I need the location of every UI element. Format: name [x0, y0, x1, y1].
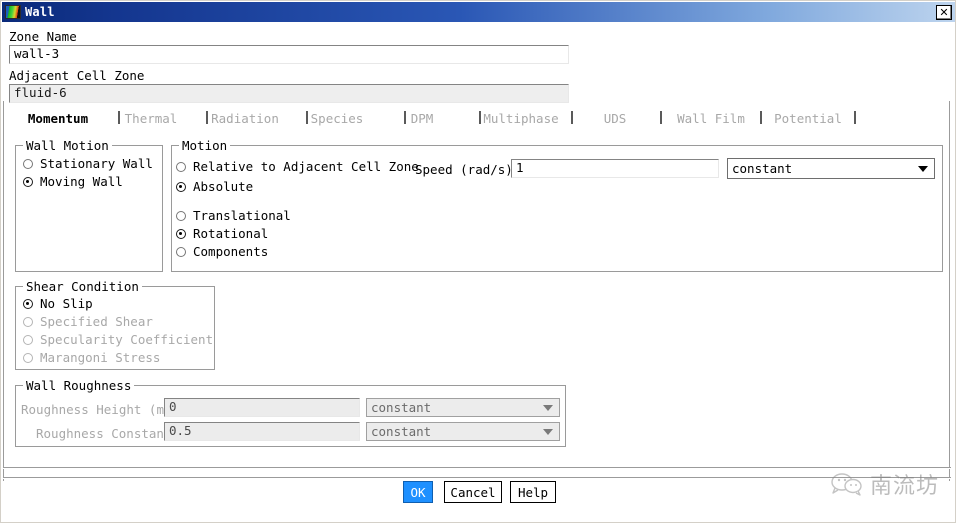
help-button[interactable]: Help [510, 481, 556, 503]
radio-label: Rotational [193, 226, 269, 241]
roughness-height-input[interactable]: 0 [164, 398, 360, 417]
tab-momentum[interactable]: Momentum [18, 109, 98, 128]
roughness-height-profile-value: constant [371, 400, 432, 415]
tab-separator [660, 111, 662, 124]
radio-label: Translational [193, 208, 291, 223]
window-title: Wall [25, 5, 55, 19]
radio-label: Moving Wall [40, 174, 123, 189]
wall-roughness-title: Wall Roughness [23, 378, 135, 393]
tab-thermal[interactable]: Thermal [116, 109, 186, 128]
roughness-constant-input[interactable]: 0.5 [164, 422, 360, 441]
adjacent-cell-zone-value: fluid-6 [9, 84, 569, 103]
adjacent-cell-zone-label: Adjacent Cell Zone [9, 68, 145, 83]
radio-no-slip[interactable]: No Slip [23, 296, 93, 311]
wechat-chat-bubbles-icon [830, 471, 864, 497]
cancel-button[interactable]: Cancel [444, 481, 502, 503]
tab-species[interactable]: Species [304, 109, 370, 128]
radio-indicator [176, 211, 186, 222]
radio-indicator [176, 162, 186, 173]
watermark: 南流坊 [830, 468, 939, 500]
motion-title: Motion [179, 138, 231, 153]
radio-components[interactable]: Components [176, 244, 269, 259]
tab-separator [854, 111, 856, 124]
radio-label: Relative to Adjacent Cell Zone [193, 159, 419, 174]
radio-moving-wall[interactable]: Moving Wall [23, 174, 123, 189]
chevron-down-icon [915, 166, 931, 172]
radio-indicator [23, 317, 33, 328]
radio-label: Specified Shear [40, 314, 153, 329]
radio-indicator [176, 182, 186, 193]
tab-separator [760, 111, 762, 124]
radio-marangoni-stress: Marangoni Stress [23, 350, 161, 365]
tab-strip: Momentum Thermal Radiation Species DPM M… [9, 106, 949, 130]
wall-dialog-window: Wall ✕ Zone Name wall-3 Adjacent Cell Zo… [0, 0, 956, 523]
tab-separator [571, 111, 573, 124]
wall-motion-title: Wall Motion [23, 138, 112, 153]
title-bar: Wall ✕ [2, 2, 955, 22]
ok-button[interactable]: OK [403, 481, 433, 503]
radio-label: Absolute [193, 179, 254, 194]
radio-indicator [23, 299, 33, 310]
tab-potential[interactable]: Potential [770, 109, 846, 128]
roughness-constant-profile-value: constant [371, 424, 432, 439]
panel-left-edge [3, 101, 5, 481]
footer-divider [3, 467, 951, 469]
radio-indicator [176, 247, 186, 258]
zone-name-label: Zone Name [9, 29, 77, 44]
radio-label: Specularity Coefficient [40, 332, 214, 347]
radio-specularity-coefficient: Specularity Coefficient [23, 332, 214, 347]
tab-radiation[interactable]: Radiation [204, 109, 286, 128]
speed-profile-dropdown[interactable]: constant [727, 158, 935, 179]
radio-rotational[interactable]: Rotational [176, 226, 269, 241]
tab-wall-film[interactable]: Wall Film [672, 109, 750, 128]
tab-uds[interactable]: UDS [595, 109, 635, 128]
panel-right-edge [949, 101, 951, 481]
radio-indicator [23, 353, 33, 364]
radio-indicator [23, 335, 33, 346]
radio-label: No Slip [40, 296, 93, 311]
speed-profile-value: constant [732, 161, 793, 176]
close-icon[interactable]: ✕ [936, 4, 952, 20]
radio-indicator [23, 177, 33, 188]
radio-relative-to-adjacent-cell-zone[interactable]: Relative to Adjacent Cell Zone [176, 159, 419, 174]
chevron-down-icon [540, 405, 556, 411]
roughness-height-label: Roughness Height (m) [21, 402, 172, 417]
roughness-constant-profile-dropdown[interactable]: constant [366, 422, 560, 441]
radio-label: Marangoni Stress [40, 350, 161, 365]
roughness-height-profile-dropdown[interactable]: constant [366, 398, 560, 417]
radio-translational[interactable]: Translational [176, 208, 291, 223]
tab-dpm[interactable]: DPM [402, 109, 442, 128]
watermark-text: 南流坊 [869, 474, 939, 499]
speed-label: Speed (rad/s) [415, 162, 513, 177]
tab-multiphase[interactable]: Multiphase [477, 109, 565, 128]
radio-stationary-wall[interactable]: Stationary Wall [23, 156, 153, 171]
shear-condition-title: Shear Condition [23, 279, 142, 294]
footer-divider-2 [3, 477, 951, 479]
fluent-app-icon [5, 5, 21, 19]
chevron-down-icon [540, 429, 556, 435]
zone-name-input[interactable]: wall-3 [9, 45, 569, 64]
radio-specified-shear: Specified Shear [23, 314, 153, 329]
speed-input[interactable]: 1 [511, 159, 719, 178]
radio-absolute[interactable]: Absolute [176, 179, 254, 194]
roughness-constant-label: Roughness Constant [36, 426, 172, 441]
radio-indicator [176, 229, 186, 240]
radio-label: Stationary Wall [40, 156, 153, 171]
radio-indicator [23, 159, 33, 170]
radio-label: Components [193, 244, 269, 259]
